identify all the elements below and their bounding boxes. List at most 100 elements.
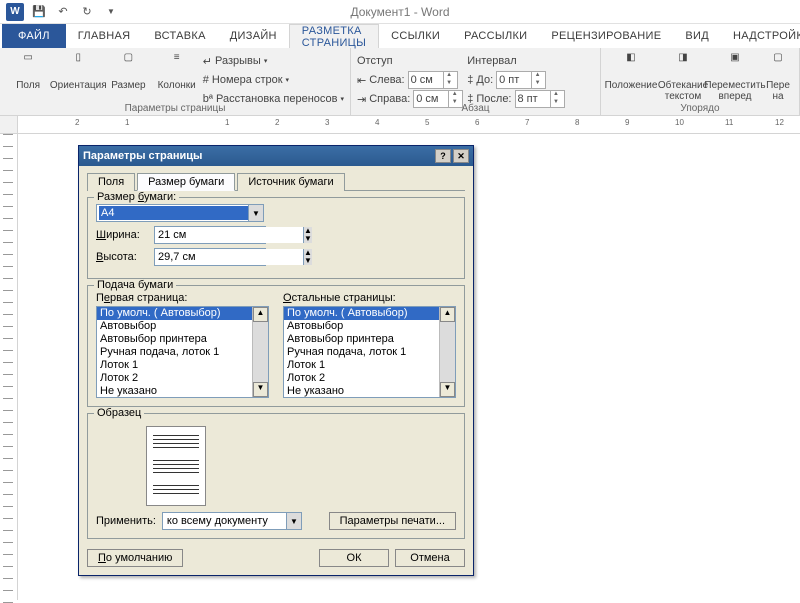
apply-to-combo[interactable]: ко всему документу ▼: [162, 512, 302, 530]
page-setup-dialog: Параметры страницы ? ✕ Поля Размер бумаг…: [78, 145, 474, 576]
apply-to-value: ко всему документу: [165, 515, 268, 527]
paper-size-combo[interactable]: A4 ▼: [96, 204, 264, 222]
height-value[interactable]: [155, 249, 303, 265]
list-item[interactable]: Не указано: [284, 385, 455, 398]
dialog-tabs: Поля Размер бумаги Источник бумаги: [87, 172, 465, 191]
tab-home[interactable]: ГЛАВНАЯ: [66, 24, 143, 48]
close-icon[interactable]: ✕: [453, 149, 469, 163]
back-label: Пере на: [763, 80, 793, 102]
dialog-tab-source[interactable]: Источник бумаги: [237, 173, 344, 191]
forward-label: Переместить вперед: [704, 80, 765, 102]
list-item[interactable]: Автовыбор: [284, 320, 455, 333]
document-title: Документ1 - Word: [350, 5, 449, 19]
list-item[interactable]: По умолч. ( Автовыбор): [97, 307, 268, 320]
vertical-ruler[interactable]: [0, 134, 18, 600]
size-label: Размер: [111, 80, 145, 91]
dialog-tab-margins[interactable]: Поля: [87, 173, 135, 191]
other-pages-label: Остальные страницы:: [283, 292, 456, 304]
tab-file[interactable]: ФАЙЛ: [2, 24, 66, 48]
list-item[interactable]: По умолч. ( Автовыбор): [284, 307, 455, 320]
default-button[interactable]: По умолчанию: [87, 549, 183, 567]
list-item[interactable]: Автовыбор принтера: [284, 333, 455, 346]
save-icon[interactable]: 💾: [28, 2, 50, 22]
spacing-before-input[interactable]: 0 пт▲▼: [496, 71, 546, 89]
tab-addins[interactable]: НАДСТРОЙКИ: [721, 24, 800, 48]
margins-icon: ▭: [14, 52, 42, 78]
paper-feed-fieldset: Подача бумаги Первая страница: По умолч.…: [87, 285, 465, 407]
chevron-down-icon: ▼: [286, 513, 301, 529]
help-icon[interactable]: ?: [435, 149, 451, 163]
width-label: Ширина:: [96, 229, 148, 241]
wrap-icon: ◨: [669, 52, 697, 78]
other-pages-listbox[interactable]: По умолч. ( Автовыбор)АвтовыборАвтовыбор…: [283, 306, 456, 398]
titlebar: W 💾 ↶ ↻ ▼ Документ1 - Word: [0, 0, 800, 24]
list-item[interactable]: Лоток 1: [284, 359, 455, 372]
breaks-label: Разрывы: [215, 55, 261, 67]
width-input[interactable]: ▲▼: [154, 226, 266, 244]
spacing-before-label: До:: [476, 74, 493, 86]
list-item[interactable]: Автовыбор принтера: [97, 333, 268, 346]
redo-icon[interactable]: ↻: [76, 2, 98, 22]
chevron-down-icon: ▼: [248, 205, 263, 221]
group-paragraph-label: Абзац: [351, 103, 600, 114]
dialog-title: Параметры страницы: [83, 150, 202, 162]
list-item[interactable]: Ручная подача, лоток 1: [284, 346, 455, 359]
height-input[interactable]: ▲▼: [154, 248, 266, 266]
back-icon: ▢: [764, 52, 792, 78]
paper-size-legend: Размер бумаги:: [97, 191, 176, 203]
print-options-button[interactable]: Параметры печати...: [329, 512, 456, 530]
tab-references[interactable]: ССЫЛКИ: [379, 24, 452, 48]
list-item[interactable]: Автовыбор: [97, 320, 268, 333]
height-label: Высота:: [96, 251, 148, 263]
page-preview: [146, 426, 206, 506]
position-label: Положение: [605, 80, 658, 91]
tab-mailings[interactable]: РАССЫЛКИ: [452, 24, 539, 48]
apply-to-label: Применить:: [96, 515, 156, 527]
size-icon: ▢: [114, 52, 142, 78]
first-page-listbox[interactable]: По умолч. ( Автовыбор)АвтовыборАвтовыбор…: [96, 306, 269, 398]
paper-size-value: A4: [99, 206, 248, 220]
breaks-button[interactable]: ↵Разрывы▾: [203, 52, 344, 70]
ribbon-tabs: ФАЙЛ ГЛАВНАЯ ВСТАВКА ДИЗАЙН РАЗМЕТКА СТР…: [0, 24, 800, 48]
list-item[interactable]: Лоток 2: [97, 372, 268, 385]
wrap-label: Обтекание текстом: [658, 80, 708, 102]
list-item[interactable]: Лоток 2: [284, 372, 455, 385]
tab-page-layout[interactable]: РАЗМЕТКА СТРАНИЦЫ: [289, 24, 379, 48]
width-value[interactable]: [155, 227, 303, 243]
group-paragraph: Отступ ⇤Слева:0 см▲▼ ⇥Справа:0 см▲▼ Инте…: [351, 48, 601, 115]
group-page-setup: ▭Поля ▯Ориентация ▢Размер ≡Колонки ↵Разр…: [0, 48, 351, 115]
cancel-button[interactable]: Отмена: [395, 549, 465, 567]
qat-dropdown-icon[interactable]: ▼: [100, 2, 122, 22]
list-item[interactable]: Лоток 1: [97, 359, 268, 372]
indent-left-value: 0 см: [411, 74, 433, 86]
preview-legend: Образец: [94, 407, 144, 419]
dialog-tab-paper[interactable]: Размер бумаги: [137, 173, 235, 191]
position-icon: ◧: [617, 52, 645, 78]
line-numbers-button[interactable]: #Номера строк▾: [203, 71, 344, 89]
paper-size-fieldset: Размер бумаги: A4 ▼ Ширина: ▲▼ Высота: ▲…: [87, 197, 465, 279]
columns-icon: ≡: [163, 52, 191, 78]
indent-left-input[interactable]: 0 см▲▼: [408, 71, 458, 89]
list-item[interactable]: Ручная подача, лоток 1: [97, 346, 268, 359]
ok-button[interactable]: ОК: [319, 549, 389, 567]
list-item[interactable]: Не указано: [97, 385, 268, 398]
undo-icon[interactable]: ↶: [52, 2, 74, 22]
dialog-titlebar[interactable]: Параметры страницы ? ✕: [79, 146, 473, 166]
line-numbers-label: Номера строк: [212, 74, 283, 86]
columns-label: Колонки: [158, 80, 196, 91]
preview-fieldset: Образец Применить: ко всему документу ▼ …: [87, 413, 465, 539]
tab-design[interactable]: ДИЗАЙН: [218, 24, 289, 48]
tab-view[interactable]: ВИД: [673, 24, 721, 48]
spacing-before-icon: ‡: [467, 74, 473, 86]
margins-label: Поля: [16, 80, 40, 91]
indent-left-label: Слева:: [369, 74, 404, 86]
spacing-before-value: 0 пт: [499, 74, 519, 86]
ruler-corner: [0, 116, 18, 134]
tab-insert[interactable]: ВСТАВКА: [142, 24, 217, 48]
tab-review[interactable]: РЕЦЕНЗИРОВАНИЕ: [539, 24, 673, 48]
word-app-icon: W: [4, 2, 26, 22]
paper-feed-legend: Подача бумаги: [94, 279, 176, 291]
first-page-label: Первая страница:: [96, 292, 269, 304]
group-page-setup-label: Параметры страницы: [0, 103, 350, 114]
horizontal-ruler[interactable]: 21123456789101112: [18, 116, 800, 134]
